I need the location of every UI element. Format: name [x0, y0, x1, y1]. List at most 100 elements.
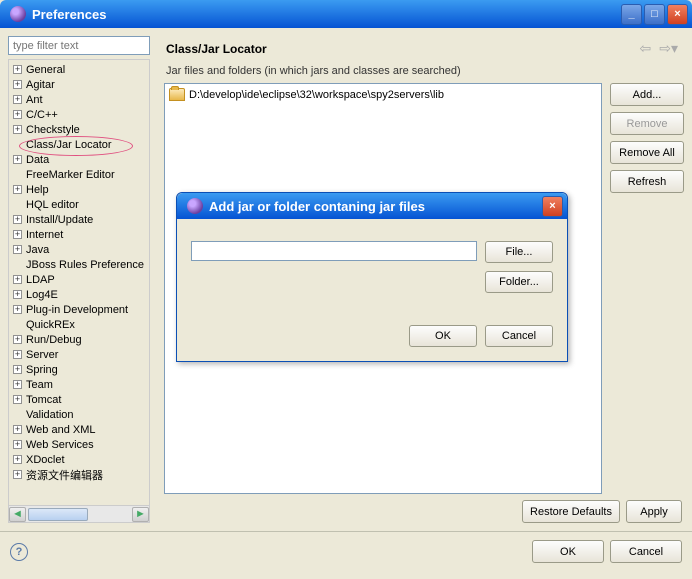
folder-button[interactable]: Folder... — [485, 271, 553, 293]
tree-item-spring[interactable]: + Spring — [9, 362, 149, 377]
window-title: Preferences — [32, 7, 619, 22]
nav-back-icon[interactable]: ⇦ — [640, 40, 652, 57]
filter-input[interactable] — [8, 36, 150, 55]
expand-icon[interactable]: + — [13, 80, 22, 89]
tree-item-plug-in-development[interactable]: + Plug-in Development — [9, 302, 149, 317]
ok-button[interactable]: OK — [532, 540, 604, 563]
maximize-button[interactable]: □ — [644, 4, 665, 25]
main-titlebar: Preferences _ □ × — [0, 0, 692, 28]
tree-item-web-services[interactable]: +Web Services — [9, 437, 149, 452]
tree-item-c-c-[interactable]: + C/C++ — [9, 107, 149, 122]
tree-item-jboss-rules-preference[interactable]: JBoss Rules Preference — [9, 257, 149, 272]
tree-item-ant[interactable]: +Ant — [9, 92, 149, 107]
tree-item-xdoclet[interactable]: + XDoclet — [9, 452, 149, 467]
expand-icon[interactable]: + — [13, 245, 22, 254]
list-item[interactable]: D:\develop\ide\eclipse\32\workspace\spy2… — [169, 88, 597, 101]
add-button[interactable]: Add... — [610, 83, 684, 106]
expand-icon[interactable]: + — [13, 125, 22, 134]
expand-icon[interactable]: + — [13, 425, 22, 434]
tree-item-ldap[interactable]: +LDAP — [9, 272, 149, 287]
expand-icon[interactable]: + — [13, 215, 22, 224]
tree-item-label: C/C++ — [26, 109, 58, 121]
tree-item-run-debug[interactable]: + Run/Debug — [9, 332, 149, 347]
tree-item-tomcat[interactable]: +Tomcat — [9, 392, 149, 407]
dialog-cancel-button[interactable]: Cancel — [485, 325, 553, 347]
scroll-left-arrow[interactable]: ◄ — [9, 507, 26, 522]
expand-icon[interactable]: + — [13, 275, 22, 284]
remove-all-button[interactable]: Remove All — [610, 141, 684, 164]
expand-icon[interactable]: + — [13, 290, 22, 299]
tree-item-validation[interactable]: Validation — [9, 407, 149, 422]
dialog-title: Add jar or folder contaning jar files — [209, 199, 540, 214]
list-item-label: D:\develop\ide\eclipse\32\workspace\spy2… — [189, 89, 444, 101]
tree-item-label: HQL editor — [26, 199, 79, 211]
path-input[interactable] — [191, 241, 477, 261]
refresh-button[interactable]: Refresh — [610, 170, 684, 193]
tree-item-data[interactable]: + Data — [9, 152, 149, 167]
tree-item-label: Data — [26, 154, 49, 166]
tree-item-freemarker-editor[interactable]: FreeMarker Editor — [9, 167, 149, 182]
nav-fwd-icon[interactable]: ⇨▾ — [659, 40, 678, 57]
scroll-thumb[interactable] — [28, 508, 88, 521]
expand-icon[interactable]: + — [13, 230, 22, 239]
tree-item-label: Java — [26, 244, 49, 256]
restore-defaults-button[interactable]: Restore Defaults — [522, 500, 620, 523]
expand-icon[interactable]: + — [13, 65, 22, 74]
tree-item-web-and-xml[interactable]: + Web and XML — [9, 422, 149, 437]
tree-item-help[interactable]: +Help — [9, 182, 149, 197]
expand-icon[interactable]: + — [13, 455, 22, 464]
expand-icon[interactable]: + — [13, 365, 22, 374]
tree-item-checkstyle[interactable]: + Checkstyle — [9, 122, 149, 137]
expand-icon[interactable]: + — [13, 380, 22, 389]
expand-icon[interactable]: + — [13, 440, 22, 449]
expand-icon[interactable]: + — [13, 350, 22, 359]
tree-item-quickrex[interactable]: QuickREx — [9, 317, 149, 332]
tree-item-install-update[interactable]: + Install/Update — [9, 212, 149, 227]
tree-item-hql-editor[interactable]: HQL editor — [9, 197, 149, 212]
tree-item-label: Run/Debug — [26, 334, 82, 346]
expand-icon[interactable]: + — [13, 335, 22, 344]
tree-item-label: Server — [26, 349, 58, 361]
close-button[interactable]: × — [667, 4, 688, 25]
tree-item-label: Log4E — [26, 289, 58, 301]
expand-icon[interactable]: + — [13, 95, 22, 104]
horizontal-scrollbar[interactable]: ◄ ► — [9, 505, 149, 522]
expand-icon[interactable]: + — [13, 155, 22, 164]
tree-item-label: Validation — [26, 409, 74, 421]
tree-item-class-jar-locator[interactable]: Class/Jar Locator — [9, 137, 149, 152]
cancel-button[interactable]: Cancel — [610, 540, 682, 563]
tree-item-label: Checkstyle — [26, 124, 80, 136]
expand-icon[interactable]: + — [13, 110, 22, 119]
tree-item-label: General — [26, 64, 65, 76]
expand-icon[interactable]: + — [13, 470, 22, 479]
expand-icon[interactable]: + — [13, 305, 22, 314]
remove-button: Remove — [610, 112, 684, 135]
tree-item-general[interactable]: + General — [9, 62, 149, 77]
tree-item--[interactable]: +资源文件编辑器 — [9, 467, 149, 482]
dialog-close-button[interactable]: × — [542, 196, 563, 217]
tree-item-agitar[interactable]: +Agitar — [9, 77, 149, 92]
help-icon[interactable]: ? — [10, 543, 28, 561]
dialog-ok-button[interactable]: OK — [409, 325, 477, 347]
footer: ? OK Cancel — [0, 531, 692, 571]
tree-item-team[interactable]: + Team — [9, 377, 149, 392]
tree-item-java[interactable]: + Java — [9, 242, 149, 257]
tree-item-server[interactable]: + Server — [9, 347, 149, 362]
tree-item-label: FreeMarker Editor — [26, 169, 115, 181]
tree-item-label: Web and XML — [26, 424, 96, 436]
minimize-button[interactable]: _ — [621, 4, 642, 25]
tree-item-label: Team — [26, 379, 53, 391]
tree-item-internet[interactable]: +Internet — [9, 227, 149, 242]
scroll-right-arrow[interactable]: ► — [132, 507, 149, 522]
tree-item-log4e[interactable]: + Log4E — [9, 287, 149, 302]
tree-item-label: Spring — [26, 364, 58, 376]
tree-item-label: JBoss Rules Preference — [26, 259, 144, 271]
expand-icon[interactable]: + — [13, 395, 22, 404]
file-button[interactable]: File... — [485, 241, 553, 263]
tree-item-label: Install/Update — [26, 214, 93, 226]
tree-item-label: XDoclet — [26, 454, 65, 466]
tree-item-label: Plug-in Development — [26, 304, 128, 316]
expand-icon[interactable]: + — [13, 185, 22, 194]
apply-button[interactable]: Apply — [626, 500, 682, 523]
page-description: Jar files and folders (in which jars and… — [164, 65, 684, 77]
